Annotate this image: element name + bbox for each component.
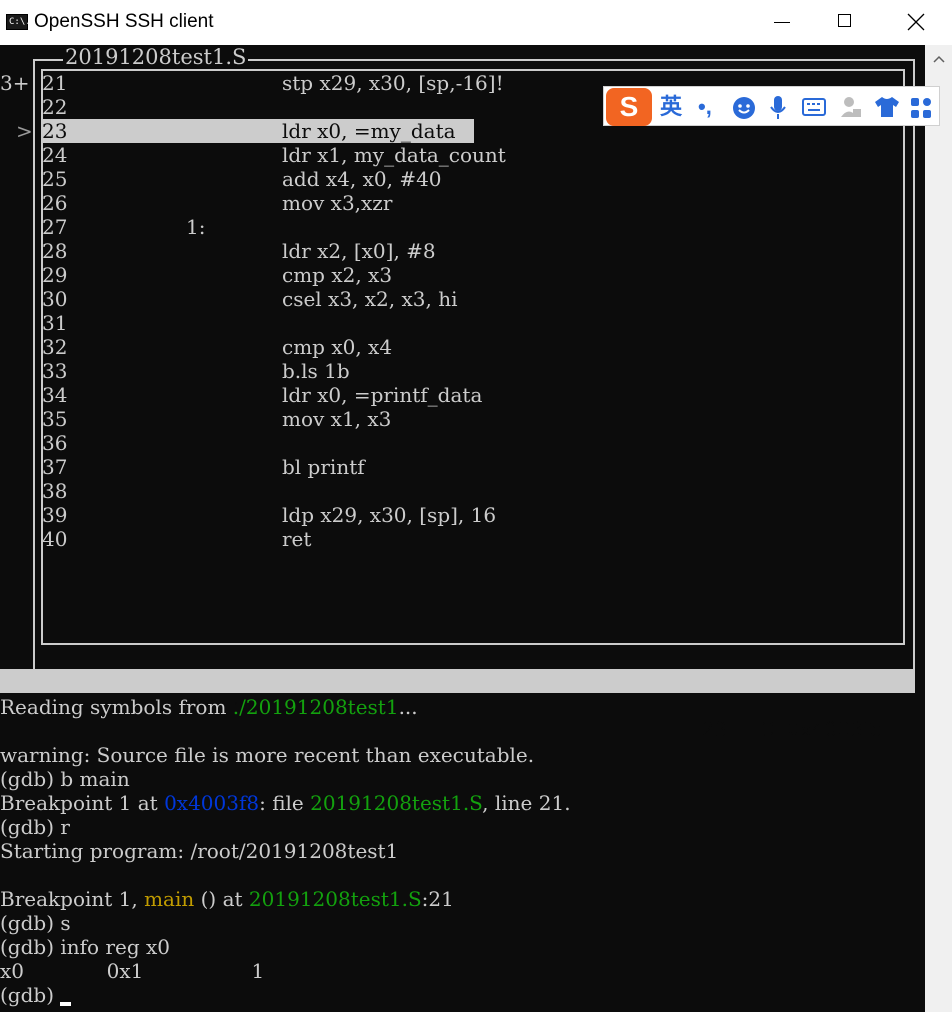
source-file-title: 20191208test1.S (63, 45, 249, 69)
line-number: 22 (42, 95, 68, 119)
title-bar[interactable]: C:\. OpenSSH SSH client (0, 0, 952, 45)
console-icon: C:\. (6, 14, 31, 30)
line-number: 26 (42, 191, 68, 215)
line-number: 31 (42, 311, 68, 335)
code-text: mov x1, x3 (282, 407, 392, 431)
source-line: 27 1: (42, 215, 904, 239)
current-line-marker: > (16, 119, 33, 143)
user-icon[interactable] (840, 95, 862, 119)
source-line: 34 ldr x0, =printf_data (42, 383, 904, 407)
line-number: 36 (42, 431, 68, 455)
source-line: 24 ldr x1, my_data_count (42, 143, 904, 167)
code-text: ret (282, 527, 312, 551)
line-number: 30 (42, 287, 68, 311)
code-text: ldp x29, x30, [sp], 16 (282, 503, 497, 527)
source-line: 31 (42, 311, 904, 335)
punctuation-toggle[interactable]: •, (698, 93, 712, 121)
code-text: mov x3,xzr (282, 191, 393, 215)
line-number: 39 (42, 503, 68, 527)
line-number: 34 (42, 383, 68, 407)
minimize-button[interactable] (764, 0, 810, 45)
emoji-icon[interactable] (732, 96, 756, 120)
source-line: 38 (42, 479, 904, 503)
language-toggle[interactable]: 英 (660, 93, 682, 121)
console-line: Breakpoint 1, main () at 20191208test1.S… (0, 887, 454, 911)
source-line: 28 ldr x2, [x0], #8 (42, 239, 904, 263)
source-line: 29 cmp x2, x3 (42, 263, 904, 287)
line-number: 24 (42, 143, 68, 167)
gdb-console[interactable]: Reading symbols from ./20191208test1... … (0, 695, 920, 1007)
console-line: x0 0x1 1 (0, 959, 265, 983)
minimize-icon (774, 22, 790, 23)
source-line: 35 mov x1, x3 (42, 407, 904, 431)
window-title: OpenSSH SSH client (34, 11, 214, 32)
console-line: warning: Source file is more recent than… (0, 743, 535, 767)
source-line: 33 b.ls 1b (42, 359, 904, 383)
code-text: ldr x0, =my_data (282, 119, 456, 143)
console-line: Reading symbols from ./20191208test1... (0, 695, 418, 719)
close-icon (907, 13, 925, 31)
source-lines: 21 stp x29, x30, [sp,-16]! 22 23 ldr x0, =my… (42, 71, 904, 551)
console-line: Starting program: /root/20191208test1 (0, 839, 399, 863)
line-number: 38 (42, 479, 68, 503)
source-line: 40 ret (42, 527, 904, 551)
line-number: 32 (42, 335, 68, 359)
text-cursor (60, 1002, 72, 1006)
skin-icon[interactable] (874, 96, 900, 118)
console-line: (gdb) b main (0, 767, 130, 791)
line-number: 40 (42, 527, 68, 551)
line-number: 35 (42, 407, 68, 431)
line-number: 29 (42, 263, 68, 287)
code-text: cmp x2, x3 (282, 263, 393, 287)
scroll-up-icon[interactable] (933, 55, 945, 63)
keyboard-icon[interactable] (802, 97, 826, 117)
line-number: 27 (42, 215, 68, 239)
code-text: add x4, x0, #40 (282, 167, 442, 191)
source-line: 36 (42, 431, 904, 455)
line-number: 28 (42, 239, 68, 263)
code-text: ldr x1, my_data_count (282, 143, 506, 167)
breakpoint-gutter-marker: 3+ (0, 71, 30, 95)
line-number: 37 (42, 455, 68, 479)
source-line: 25 add x4, x0, #40 (42, 167, 904, 191)
code-label: 1: (186, 215, 206, 239)
console-line: (gdb) info reg x0 (0, 935, 171, 959)
code-text: bl printf (282, 455, 365, 479)
code-text: ldr x2, [x0], #8 (282, 239, 436, 263)
vertical-scrollbar[interactable] (925, 45, 952, 1012)
maximize-icon (838, 14, 851, 27)
code-text: stp x29, x30, [sp,-16]! (282, 71, 504, 95)
source-line: 32 cmp x0, x4 (42, 335, 904, 359)
source-line: 37 bl printf (42, 455, 904, 479)
ime-toolbar[interactable]: S 英 •, (603, 86, 940, 126)
source-line: 26 mov x3,xzr (42, 191, 904, 215)
sogou-logo[interactable]: S (606, 88, 652, 126)
console-line: Breakpoint 1 at 0x4003f8: file 20191208t… (0, 791, 571, 815)
gdb-prompt-line[interactable]: (gdb) (0, 983, 920, 1007)
console-line: (gdb) r (0, 815, 70, 839)
line-number: 23 (42, 119, 68, 143)
code-text: b.ls 1b (282, 359, 350, 383)
console-line: (gdb) s (0, 911, 71, 935)
source-line: 39 ldp x29, x30, [sp], 16 (42, 503, 904, 527)
maximize-button[interactable] (822, 0, 868, 45)
microphone-icon[interactable] (768, 95, 788, 121)
line-number: 21 (42, 71, 68, 95)
close-button[interactable] (893, 0, 939, 45)
line-number: 33 (42, 359, 68, 383)
code-text: ldr x0, =printf_data (282, 383, 483, 407)
line-number: 25 (42, 167, 68, 191)
tui-status-bar: native process 42789 In: main L23 PC: 0x… (0, 669, 915, 741)
terminal-area[interactable]: 20191208test1.S 3+ > 21 stp x29, x30, [sp… (0, 45, 925, 1012)
toolbox-icon[interactable] (910, 97, 932, 119)
source-line: 30 csel x3, x2, x3, hi (42, 287, 904, 311)
code-text: csel x3, x2, x3, hi (282, 287, 458, 311)
code-text: cmp x0, x4 (282, 335, 393, 359)
